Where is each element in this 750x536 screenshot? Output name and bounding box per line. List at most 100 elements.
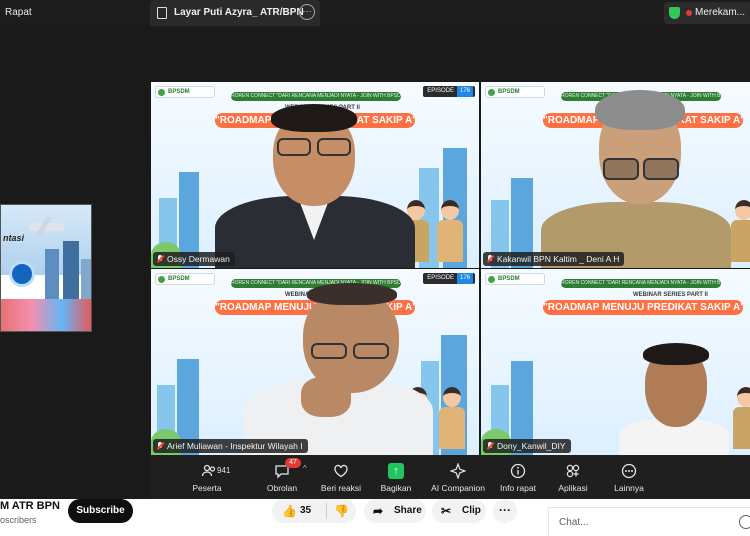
scissors-icon: ✂: [441, 504, 452, 518]
apps-icon: [565, 463, 581, 479]
apps-label: Aplikasi: [558, 483, 588, 493]
speaker-hair: [271, 104, 357, 132]
glasses: [311, 343, 347, 359]
apps-button[interactable]: Aplikasi: [549, 455, 597, 499]
glasses: [277, 138, 311, 156]
participants-button[interactable]: 941 Peserta: [173, 455, 241, 499]
share-screen-button[interactable]: ↑ Bagikan: [371, 455, 421, 499]
ellipsis-icon: [621, 463, 637, 479]
video-tile-deni[interactable]: BPSDM ROREN CONNECT "DARI RENCANA MENJAD…: [481, 82, 750, 268]
cartoon-figure: [433, 200, 467, 262]
participant-hair: [307, 283, 397, 305]
mic-muted-icon: [157, 255, 163, 263]
glasses: [317, 138, 351, 156]
tab-more-button[interactable]: ···: [299, 4, 315, 20]
episode-badge: EPISODE 176: [423, 273, 475, 284]
heart-icon: [333, 463, 349, 479]
participant-hair: [643, 343, 709, 365]
ai-companion-label: AI Companion: [431, 483, 485, 493]
share-arrow-icon: ➦: [373, 504, 384, 518]
like-count[interactable]: 35: [300, 505, 311, 516]
video-tile-ossy-dermawan[interactable]: BPSDM ROREN CONNECT "DARI RENCANA MENJAD…: [151, 82, 479, 268]
building-image: [81, 259, 91, 299]
cartoon-figure: [729, 387, 750, 449]
recording-label: Merekam...: [695, 7, 746, 18]
bpsdm-logo: BPSDM: [155, 86, 215, 98]
bpsdm-logo: BPSDM: [485, 273, 545, 285]
meeting-info-label: Info rapat: [500, 483, 536, 493]
recording-dot-icon: [686, 10, 692, 16]
video-tile-dony[interactable]: BPSDM ROREN CONNECT "DARI RENCANA MENJAD…: [481, 269, 750, 455]
share-up-arrow-icon: ↑: [388, 463, 404, 479]
meeting-title: Rapat: [5, 7, 32, 18]
thumbs-up-icon[interactable]: 👍: [282, 504, 297, 518]
ai-companion-button[interactable]: AI Companion: [427, 455, 489, 499]
participant-name: Dony_Kanwil_DIY: [497, 441, 566, 451]
participant-name: Ossy Dermawan: [167, 254, 230, 264]
mic-muted-icon: [487, 255, 493, 263]
divider: [326, 503, 327, 519]
phone-screen-icon: [157, 7, 167, 19]
shield-icon: [669, 7, 680, 19]
city-image: [1, 299, 91, 331]
screen: Rapat Layar Puti Azyra_ ATR/BPN ··· Mere…: [0, 0, 750, 536]
series-text: WEBINAR SERIES PART II: [633, 292, 708, 298]
chat-input[interactable]: Chat...: [559, 517, 588, 528]
video-info-bar: M ATR BPN oscribers Subscribe 👍 35 👎 ➦ S…: [0, 499, 750, 536]
bpsdm-logo: BPSDM: [155, 273, 215, 285]
like-dislike-group: 👍 35 👎: [272, 499, 356, 523]
participant-name-tag: Arief Muliawan - Inspektur Wilayah I: [153, 439, 308, 453]
chat-label: Obrolan: [266, 483, 298, 493]
participant-hand: [301, 377, 351, 417]
chat-badge: 47: [285, 458, 301, 468]
screen-share-tab[interactable]: Layar Puti Azyra_ ATR/BPN ···: [150, 0, 320, 26]
more-actions-button[interactable]: ···: [493, 499, 517, 523]
chat-button[interactable]: 47 ^ Obrolan: [251, 455, 313, 499]
sparkle-icon: [449, 462, 467, 480]
participant-name-tag: Kakanwil BPN Kaltim _ Deni A H: [483, 252, 625, 266]
logo-image: [9, 261, 35, 287]
episode-number: 176: [456, 273, 473, 284]
video-tile-arief-muliawan[interactable]: BPSDM ROREN CONNECT "DARI RENCANA MENJAD…: [151, 269, 479, 455]
chevron-up-icon[interactable]: ^: [303, 464, 307, 473]
meeting-top-bar: Rapat Layar Puti Azyra_ ATR/BPN ··· Mere…: [0, 0, 750, 26]
building-image: [45, 249, 59, 299]
participants-count: 941: [217, 466, 231, 475]
shared-screen-text: ntasi: [3, 233, 25, 243]
building-image: [63, 241, 79, 299]
share-button[interactable]: ➦ Share: [364, 499, 426, 523]
glasses: [603, 158, 639, 180]
live-chat-box[interactable]: Chat...: [548, 507, 750, 536]
mic-muted-icon: [487, 442, 493, 450]
share-label: Bagikan: [380, 483, 412, 493]
airplane-image: [29, 223, 65, 231]
subscribe-button[interactable]: Subscribe: [68, 499, 133, 523]
participant-name-tag: Ossy Dermawan: [153, 252, 235, 266]
recording-indicator[interactable]: Merekam...: [664, 2, 750, 24]
episode-label: EPISODE: [427, 88, 454, 94]
react-button[interactable]: Beri reaksi: [315, 455, 367, 499]
participants-label: Peserta: [192, 483, 222, 493]
screen-share-title: Layar Puti Azyra_ ATR/BPN: [174, 7, 304, 18]
participant-name: Kakanwil BPN Kaltim _ Deni A H: [497, 254, 620, 264]
roadmap-banner: "ROADMAP MENUJU PREDIKAT SAKIP A": [543, 300, 743, 315]
meeting-info-button[interactable]: Info rapat: [493, 455, 543, 499]
participant-name-tag: Dony_Kanwil_DIY: [483, 439, 571, 453]
info-icon: [510, 463, 526, 479]
clip-button[interactable]: ✂ Clip: [432, 499, 486, 523]
emoji-icon[interactable]: [739, 515, 750, 529]
episode-number: 176: [456, 86, 473, 97]
shared-screen-thumbnail[interactable]: ntasi: [0, 204, 92, 332]
connect-banner: ROREN CONNECT "DARI RENCANA MENJADI NYAT…: [231, 92, 401, 101]
thumbs-down-icon[interactable]: 👎: [334, 504, 349, 518]
clip-label: Clip: [462, 505, 481, 516]
participant-name: Arief Muliawan - Inspektur Wilayah I: [167, 441, 303, 451]
more-button[interactable]: Lainnya: [605, 455, 653, 499]
episode-badge: EPISODE 176: [423, 86, 475, 97]
react-label: Beri reaksi: [320, 483, 362, 493]
share-label: Share: [394, 505, 422, 516]
glasses: [353, 343, 389, 359]
glasses: [643, 158, 679, 180]
channel-name[interactable]: M ATR BPN: [0, 500, 60, 512]
episode-label: EPISODE: [427, 275, 454, 281]
